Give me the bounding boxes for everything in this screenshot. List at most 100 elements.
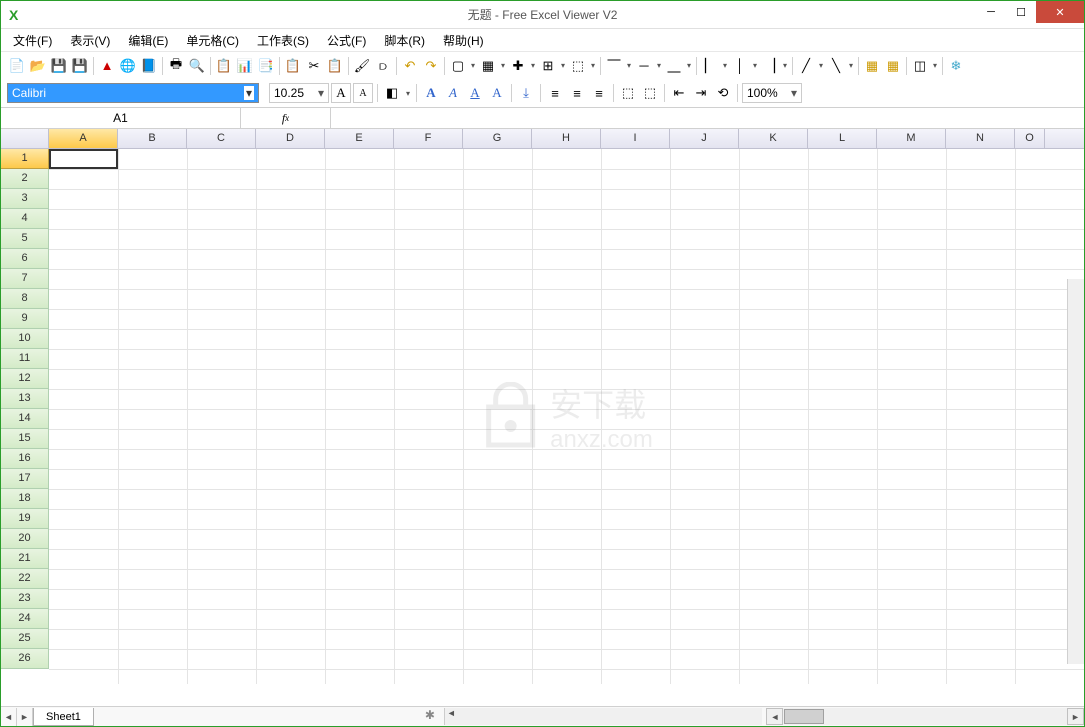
minimize-button[interactable]: ─ — [976, 1, 1006, 23]
column-header[interactable]: G — [463, 129, 532, 148]
align-center-icon[interactable]: ≡ — [567, 83, 587, 103]
dropdown-icon[interactable]: ▾ — [559, 61, 567, 70]
row-header[interactable]: 12 — [1, 369, 49, 389]
menu-file[interactable]: 文件(F) — [5, 30, 60, 51]
dropdown-icon[interactable]: ▾ — [847, 61, 855, 70]
dropdown-icon[interactable]: ▾ — [685, 61, 693, 70]
column-header[interactable]: A — [49, 129, 118, 148]
sheet-prev-icon[interactable]: ► — [17, 708, 33, 726]
column-header[interactable]: H — [532, 129, 601, 148]
undo-icon[interactable]: ↶ — [400, 56, 420, 76]
row-header[interactable]: 21 — [1, 549, 49, 569]
merge-icon[interactable]: ⬚ — [618, 83, 638, 103]
save-icon[interactable]: 💾 — [49, 56, 69, 76]
active-cell[interactable] — [49, 149, 118, 169]
dropdown-icon[interactable]: ▾ — [499, 61, 507, 70]
freeze-icon[interactable]: ❄ — [946, 56, 966, 76]
align-left-icon[interactable]: ≡ — [545, 83, 565, 103]
increase-font-icon[interactable]: A — [331, 83, 351, 103]
row-header[interactable]: 19 — [1, 509, 49, 529]
brush-icon[interactable]: 🖌 — [352, 56, 372, 76]
border-top-icon[interactable]: ⎺ — [604, 56, 624, 76]
doc3-icon[interactable]: 📑 — [256, 56, 276, 76]
menu-edit[interactable]: 编辑(E) — [120, 30, 176, 51]
scroll-right-icon[interactable]: ► — [1067, 708, 1084, 725]
dropdown-icon[interactable]: ▾ — [625, 61, 633, 70]
eraser-icon[interactable]: ⫐ — [373, 56, 393, 76]
decrease-font-icon[interactable]: A — [353, 83, 373, 103]
border-bottom-icon[interactable]: ⎽ — [664, 56, 684, 76]
border-cross-icon[interactable]: ✚ — [508, 56, 528, 76]
column-header[interactable]: D — [256, 129, 325, 148]
row-header[interactable]: 25 — [1, 629, 49, 649]
print-icon[interactable]: 🖶 — [166, 56, 186, 76]
vertical-scrollbar[interactable] — [1067, 279, 1084, 664]
border-right-icon[interactable]: ▕ — [760, 56, 780, 76]
strike-icon[interactable]: A — [487, 83, 507, 103]
table1-icon[interactable]: ▦ — [862, 56, 882, 76]
diag-down-icon[interactable]: ╲ — [826, 56, 846, 76]
border-mid-icon[interactable]: ─ — [634, 56, 654, 76]
row-header[interactable]: 24 — [1, 609, 49, 629]
dropdown-icon[interactable]: ▾ — [404, 89, 412, 98]
scroll-thumb[interactable] — [784, 709, 824, 724]
underline-icon[interactable]: A — [465, 83, 485, 103]
dropdown-icon[interactable]: ▾ — [655, 61, 663, 70]
column-header[interactable]: L — [808, 129, 877, 148]
column-header[interactable]: B — [118, 129, 187, 148]
zoom-selector[interactable]: 100% — [742, 83, 802, 103]
row-header[interactable]: 26 — [1, 649, 49, 669]
menu-script[interactable]: 脚本(R) — [376, 30, 433, 51]
menu-cell[interactable]: 单元格(C) — [178, 30, 247, 51]
cut-icon[interactable]: ✂ — [304, 56, 324, 76]
dropdown-icon[interactable]: ▾ — [529, 61, 537, 70]
select-all-corner[interactable] — [1, 129, 49, 149]
row-header[interactable]: 23 — [1, 589, 49, 609]
row-header[interactable]: 22 — [1, 569, 49, 589]
maximize-button[interactable]: ☐ — [1006, 1, 1036, 23]
paste-icon[interactable]: 📋 — [325, 56, 345, 76]
border-all-icon[interactable]: ⊞ — [538, 56, 558, 76]
name-box[interactable]: A1 — [1, 108, 241, 128]
copy-icon[interactable]: 📋 — [283, 56, 303, 76]
border-inner-icon[interactable]: ▦ — [478, 56, 498, 76]
dropdown-icon[interactable]: ▾ — [721, 61, 729, 70]
column-header[interactable]: M — [877, 129, 946, 148]
fill-color-icon[interactable]: ◧ — [382, 83, 402, 103]
dropdown-icon[interactable]: ▾ — [781, 61, 789, 70]
row-header[interactable]: 9 — [1, 309, 49, 329]
web-icon[interactable]: 🌐 — [118, 56, 138, 76]
align-right-icon[interactable]: ≡ — [589, 83, 609, 103]
open-icon[interactable]: 📂 — [28, 56, 48, 76]
row-header[interactable]: 20 — [1, 529, 49, 549]
row-header[interactable]: 3 — [1, 189, 49, 209]
font-selector[interactable]: Calibri — [7, 83, 259, 103]
indent-dec-icon[interactable]: ⇤ — [669, 83, 689, 103]
menu-help[interactable]: 帮助(H) — [435, 30, 492, 51]
saveas-icon[interactable]: 💾 — [70, 56, 90, 76]
dropdown-icon[interactable]: ▾ — [589, 61, 597, 70]
border-none-icon[interactable]: ⬚ — [568, 56, 588, 76]
dropdown-icon[interactable]: ▾ — [817, 61, 825, 70]
row-header[interactable]: 4 — [1, 209, 49, 229]
redo-icon[interactable]: ↷ — [421, 56, 441, 76]
menu-formula[interactable]: 公式(F) — [319, 30, 374, 51]
dropdown-icon[interactable]: ▾ — [751, 61, 759, 70]
menu-worksheet[interactable]: 工作表(S) — [249, 30, 317, 51]
row-header[interactable]: 13 — [1, 389, 49, 409]
scroll-left-icon[interactable]: ◄ — [766, 708, 783, 725]
dropdown-icon[interactable]: ▾ — [931, 61, 939, 70]
sheet-tab[interactable]: Sheet1 — [33, 708, 94, 726]
row-header[interactable]: 14 — [1, 409, 49, 429]
fx-label[interactable]: fx — [241, 108, 331, 128]
sheet-first-icon[interactable]: ◄ — [1, 708, 17, 726]
row-header[interactable]: 18 — [1, 489, 49, 509]
orientation-icon[interactable]: ⟲ — [713, 83, 733, 103]
doc2-icon[interactable]: 📊 — [235, 56, 255, 76]
column-header[interactable]: C — [187, 129, 256, 148]
close-button[interactable]: ✕ — [1036, 1, 1084, 23]
row-header[interactable]: 2 — [1, 169, 49, 189]
column-header[interactable]: F — [394, 129, 463, 148]
menu-view[interactable]: 表示(V) — [62, 30, 118, 51]
row-header[interactable]: 6 — [1, 249, 49, 269]
